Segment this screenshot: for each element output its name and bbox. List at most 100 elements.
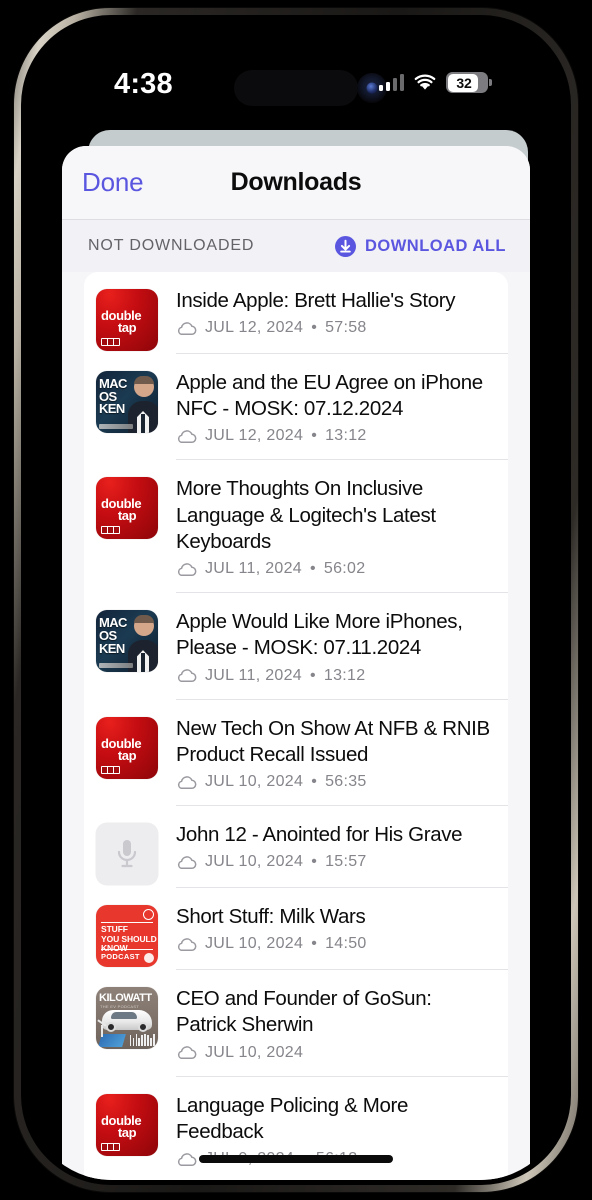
downloads-sheet: Done Downloads NOT DOWNLOADED DOWNLOAD A…	[62, 146, 530, 1180]
phone-screen: 4:38 32 Done Downloads NOT DOWNLOADED DO…	[26, 20, 566, 1180]
artwork-stuff-you-should-know: STUFFYOU SHOULDKNOWPODCAST	[96, 905, 158, 968]
wifi-icon	[413, 74, 437, 92]
meta-separator: •	[311, 319, 318, 337]
cloud-icon	[177, 1152, 197, 1166]
artwork-network-badge	[101, 338, 120, 346]
artwork-placeholder-microphone-icon	[96, 823, 158, 886]
artwork-network-badge	[101, 1142, 120, 1151]
episode-meta: JUL 11, 2024 • 13:12	[176, 667, 494, 685]
section-header: NOT DOWNLOADED DOWNLOAD ALL	[62, 220, 530, 272]
meta-separator: •	[311, 853, 318, 871]
camera-iris	[366, 82, 378, 94]
episode-row[interactable]: STUFFYOU SHOULDKNOWPODCAST Short Stuff: M…	[84, 888, 508, 971]
episode-date: JUL 11, 2024	[205, 560, 302, 578]
episode-title: Apple Would Like More iPhones, Please - …	[176, 610, 463, 660]
meta-separator: •	[311, 427, 318, 445]
artwork-network-badge	[101, 526, 120, 535]
artwork-title-line2: tap	[117, 747, 137, 763]
episode-meta: JUL 11, 2024 • 56:02	[176, 560, 494, 578]
episode-row[interactable]: double tap Language Policing & More Feedba…	[84, 1077, 508, 1180]
episode-body: Apple and the EU Agree on iPhone NFC - M…	[176, 368, 508, 460]
episode-duration: 13:12	[323, 666, 366, 684]
meta-separator: •	[311, 935, 318, 953]
episode-list[interactable]: double tap Inside Apple: Brett Hallie's St…	[84, 272, 508, 1180]
battery-percentage: 32	[456, 74, 472, 91]
episode-date: JUL 12, 2024	[205, 319, 304, 337]
episode-date: JUL 12, 2024	[205, 427, 304, 445]
meta-separator: •	[310, 560, 316, 578]
artwork-subtitle: THE EV PODCAST	[100, 1004, 140, 1010]
cloud-icon	[177, 856, 197, 869]
episode-title: Inside Apple: Brett Hallie's Story	[176, 289, 456, 312]
episode-row[interactable]: double tap New Tech On Show At NFB & RNIB …	[84, 700, 508, 807]
episode-row[interactable]: MAC OS KEN Apple Would Like More iPhones, P…	[84, 593, 508, 700]
episode-row[interactable]: MAC OS KEN Apple and the EU Agree on iPhone…	[84, 354, 508, 461]
episode-body: John 12 - Anointed for His Grave JUL 10, …	[176, 820, 508, 886]
artwork-kilowatt: KILOWATT THE EV PODCAST	[96, 987, 158, 1050]
episode-duration: 56:02	[323, 560, 366, 578]
episode-row[interactable]: KILOWATT THE EV PODCAST CEO and Founder of…	[84, 970, 508, 1077]
home-indicator[interactable]	[199, 1155, 393, 1163]
episode-body: Short Stuff: Milk Wars JUL 10, 2024 • 14:50	[176, 902, 508, 968]
episode-date: JUL 10, 2024	[205, 853, 304, 871]
artwork-title-line2: tap	[117, 508, 137, 524]
episode-body: Language Policing & More FeedbackJUL 9, …	[176, 1091, 508, 1180]
episode-meta: JUL 12, 2024 • 57:58	[176, 319, 494, 337]
artwork-double-tap: double tap	[96, 1093, 158, 1156]
episode-body: New Tech On Show At NFB & RNIB Product R…	[176, 714, 508, 806]
episode-row[interactable]: double tap Inside Apple: Brett Hallie's St…	[84, 272, 508, 354]
device-bezel: 4:38 32 Done Downloads NOT DOWNLOADED DO…	[21, 15, 571, 1185]
artwork-double-tap: double tap	[96, 716, 158, 779]
episode-title: New Tech On Show At NFB & RNIB Product R…	[176, 716, 490, 766]
episode-meta: JUL 10, 2024 • 14:50	[176, 935, 494, 953]
episode-meta: JUL 10, 2024 • 56:35	[176, 773, 494, 791]
episode-body: More Thoughts On Inclusive Language & Lo…	[176, 474, 508, 593]
cloud-icon	[177, 430, 197, 444]
dynamic-island[interactable]	[234, 70, 358, 106]
episode-meta: JUL 12, 2024 • 13:12	[176, 427, 494, 445]
episode-row[interactable]: John 12 - Anointed for His Grave JUL 10, …	[84, 806, 508, 889]
episode-body: Inside Apple: Brett Hallie's Story JUL 12…	[176, 286, 508, 352]
cloud-icon	[177, 669, 197, 683]
episode-duration: 57:58	[325, 319, 367, 337]
cloud-icon	[177, 775, 197, 789]
episode-title: CEO and Founder of GoSun: Patrick Sherwi…	[176, 987, 432, 1037]
episode-date: JUL 10, 2024	[205, 1043, 304, 1061]
episode-duration: 13:12	[325, 427, 367, 445]
cloud-icon	[177, 562, 197, 576]
cloud-icon	[177, 938, 197, 951]
meta-separator: •	[311, 773, 318, 791]
cellular-bars-icon	[378, 74, 404, 91]
iphone-device-frame: 4:38 32 Done Downloads NOT DOWNLOADED DO…	[14, 8, 578, 1192]
section-label: NOT DOWNLOADED	[88, 237, 255, 254]
episode-meta: JUL 10, 2024 • 15:57	[176, 853, 494, 871]
episode-body: Apple Would Like More iPhones, Please - …	[176, 607, 508, 699]
episode-body: CEO and Founder of GoSun: Patrick Sherwi…	[176, 984, 508, 1076]
download-all-label: DOWNLOAD ALL	[364, 236, 506, 255]
episode-duration: 56:35	[325, 773, 367, 791]
status-time: 4:38	[114, 68, 173, 100]
artwork-mac-os-ken: MAC OS KEN	[96, 371, 158, 433]
episode-row[interactable]: double tap More Thoughts On Inclusive Lang…	[84, 460, 508, 594]
episode-date: JUL 11, 2024	[205, 666, 302, 684]
status-indicators: 32	[378, 72, 492, 93]
artwork-double-tap: double tap	[96, 477, 158, 540]
cloud-icon	[177, 321, 197, 335]
download-all-button[interactable]: DOWNLOAD ALL	[334, 235, 506, 257]
episode-duration: 14:50	[325, 935, 367, 953]
episode-meta: JUL 10, 2024	[176, 1044, 494, 1062]
artwork-title: MAC OS KEN	[99, 615, 127, 656]
episode-title: More Thoughts On Inclusive Language & Lo…	[176, 477, 436, 553]
episode-title: Language Policing & More Feedback	[176, 1093, 409, 1143]
artwork-double-tap: double tap	[96, 289, 158, 351]
meta-separator: •	[310, 666, 316, 684]
artwork-mac-os-ken: MAC OS KEN	[96, 610, 158, 673]
artwork-title: MAC OS KEN	[99, 376, 127, 417]
done-button[interactable]: Done	[82, 167, 144, 198]
episode-date: JUL 10, 2024	[205, 773, 304, 791]
artwork-subtitle: PODCAST	[101, 952, 140, 962]
episode-duration: 15:57	[325, 853, 367, 871]
battery-icon: 32	[446, 72, 492, 93]
artwork-network-badge	[101, 765, 120, 774]
download-circle-icon	[334, 235, 356, 257]
